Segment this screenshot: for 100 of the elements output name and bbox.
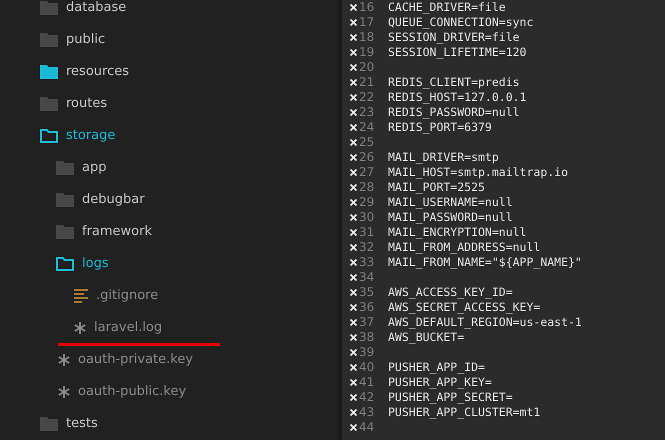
code-line: MAIL_ENCRYPTION=null [388, 225, 526, 240]
close-icon[interactable] [350, 19, 356, 26]
line-number: 42 [358, 390, 376, 405]
folder-name[interactable]: public [66, 30, 106, 50]
close-icon[interactable] [350, 214, 356, 221]
close-icon[interactable] [350, 259, 356, 266]
line-number: 24 [358, 120, 376, 135]
asterisk-icon [58, 354, 70, 366]
file-name[interactable]: oauth-public.key [78, 382, 186, 402]
close-icon[interactable] [350, 139, 356, 146]
line-number: 21 [358, 75, 376, 90]
close-icon[interactable] [350, 79, 356, 86]
line-number: 33 [358, 255, 376, 270]
line-number: 35 [358, 285, 376, 300]
close-icon[interactable] [350, 244, 356, 251]
folder-name[interactable]: resources [66, 62, 130, 82]
folder-name[interactable]: app [82, 158, 106, 178]
line-number: 31 [358, 225, 376, 240]
code-line: AWS_ACCESS_KEY_ID= [388, 285, 513, 300]
line-number: 26 [358, 150, 376, 165]
line-number: 20 [358, 60, 376, 75]
close-icon[interactable] [350, 304, 356, 311]
close-icon[interactable] [350, 4, 356, 11]
close-icon[interactable] [350, 274, 356, 281]
line-number: 18 [358, 30, 376, 45]
close-icon[interactable] [350, 319, 356, 326]
close-icon[interactable] [350, 394, 356, 401]
line-number: 25 [358, 135, 376, 150]
close-icon[interactable] [350, 364, 356, 371]
folder-name[interactable]: storage [66, 126, 116, 146]
close-icon[interactable] [350, 49, 356, 56]
folder-name[interactable]: tests [66, 414, 98, 434]
close-icon[interactable] [350, 154, 356, 161]
file-name[interactable]: .gitignore [96, 286, 158, 306]
code-line: AWS_SECRET_ACCESS_KEY= [388, 300, 540, 315]
line-number: 32 [358, 240, 376, 255]
close-icon[interactable] [350, 94, 356, 101]
line-number: 43 [358, 405, 376, 420]
close-icon[interactable] [350, 169, 356, 176]
code-line: PUSHER_APP_KEY= [388, 375, 492, 390]
close-icon[interactable] [350, 409, 356, 416]
close-icon[interactable] [350, 334, 356, 341]
close-icon[interactable] [350, 424, 356, 431]
code-line: MAIL_DRIVER=smtp [388, 150, 499, 165]
code-line: MAIL_PASSWORD=null [388, 210, 513, 225]
code-line: MAIL_FROM_ADDRESS=null [388, 240, 540, 255]
line-number: 44 [358, 420, 376, 435]
code-line: SESSION_LIFETIME=120 [388, 45, 526, 60]
line-number: 22 [358, 90, 376, 105]
line-number: 41 [358, 375, 376, 390]
file-name[interactable]: laravel.log [94, 318, 162, 338]
folder-name[interactable]: framework [82, 222, 152, 242]
line-number: 34 [358, 270, 376, 285]
close-icon[interactable] [350, 34, 356, 41]
line-number: 29 [358, 195, 376, 210]
folder-name[interactable]: routes [66, 94, 108, 114]
close-icon[interactable] [350, 379, 356, 386]
line-number: 36 [358, 300, 376, 315]
code-line: AWS_DEFAULT_REGION=us-east-1 [388, 315, 582, 330]
line-number: 37 [358, 315, 376, 330]
code-line: PUSHER_APP_CLUSTER=mt1 [388, 405, 540, 420]
line-number: 40 [358, 360, 376, 375]
code-line: PUSHER_APP_ID= [388, 360, 485, 375]
close-icon[interactable] [350, 64, 356, 71]
code-line: AWS_BUCKET= [388, 330, 464, 345]
code-line: CACHE_DRIVER=file [388, 0, 506, 15]
line-number: 16 [358, 0, 376, 15]
text-lines-icon [74, 289, 88, 303]
folder-name[interactable]: logs [82, 254, 109, 274]
code-line: MAIL_USERNAME=null [388, 195, 513, 210]
folder-name[interactable]: debugbar [82, 190, 145, 210]
line-number: 30 [358, 210, 376, 225]
code-line: MAIL_FROM_NAME="${APP_NAME}" [388, 255, 582, 270]
close-icon[interactable] [350, 349, 356, 356]
line-number: 23 [358, 105, 376, 120]
file-name[interactable]: oauth-private.key [78, 350, 194, 370]
close-icon[interactable] [350, 289, 356, 296]
line-number: 28 [358, 180, 376, 195]
code-line: REDIS_PORT=6379 [388, 120, 492, 135]
close-icon[interactable] [350, 124, 356, 131]
folder-name[interactable]: database [66, 0, 126, 18]
line-number: 38 [358, 330, 376, 345]
code-line: QUEUE_CONNECTION=sync [388, 15, 534, 30]
code-line: REDIS_HOST=127.0.0.1 [388, 90, 526, 105]
asterisk-icon [58, 386, 70, 398]
code-line: MAIL_PORT=2525 [388, 180, 485, 195]
close-icon[interactable] [350, 109, 356, 116]
close-icon[interactable] [350, 184, 356, 191]
close-icon[interactable] [350, 199, 356, 206]
close-icon[interactable] [350, 229, 356, 236]
code-line: REDIS_CLIENT=predis [388, 75, 520, 90]
code-line: PUSHER_APP_SECRET= [388, 390, 513, 405]
code-line: MAIL_HOST=smtp.mailtrap.io [388, 165, 568, 180]
line-number: 19 [358, 45, 376, 60]
line-number: 27 [358, 165, 376, 180]
asterisk-icon [74, 322, 86, 334]
code-line: REDIS_PASSWORD=null [388, 105, 520, 120]
line-number: 17 [358, 15, 376, 30]
code-line: SESSION_DRIVER=file [388, 30, 520, 45]
line-number: 39 [358, 345, 376, 360]
